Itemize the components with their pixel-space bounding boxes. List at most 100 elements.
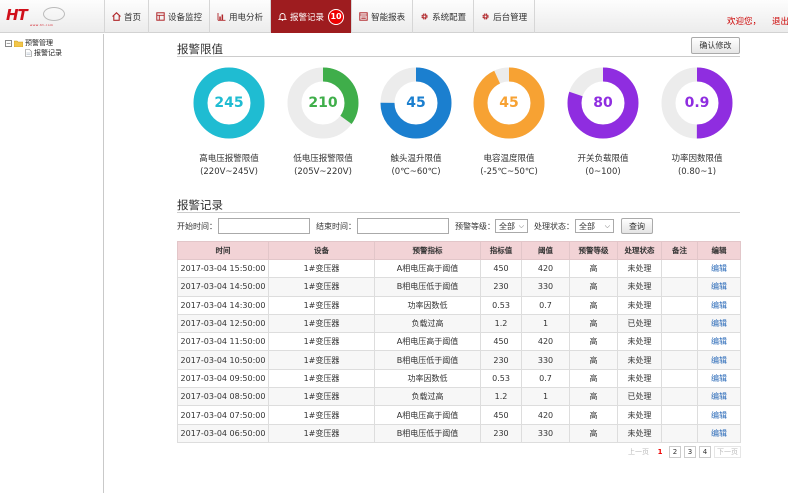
status-label: 处理状态： — [534, 222, 574, 231]
nav-item-2[interactable]: 用电分析 — [209, 0, 270, 33]
cell-remark — [661, 350, 698, 370]
cell-device: 1#变压器 — [268, 295, 375, 315]
document-icon — [25, 49, 32, 57]
cell-remark — [661, 313, 698, 334]
edit-link[interactable]: 编辑 — [697, 313, 741, 334]
tree-node-alarm-management[interactable]: − 预警管理 — [5, 38, 53, 48]
alarm-level-value: 全部 — [499, 221, 515, 231]
cell-level: 高 — [569, 295, 618, 315]
cell-value: 450 — [480, 332, 522, 352]
status-select[interactable]: 全部 ⌵ — [575, 219, 614, 233]
gauge-label-range: (0.80~1) — [677, 167, 717, 177]
cell-level: 高 — [569, 423, 618, 443]
logout-link[interactable]: 退出 — [772, 15, 788, 27]
table-row[interactable]: 2017-03-04 10:50:00 1#变压器 B相电压低于阈值 230 330 高未… — [177, 350, 741, 370]
page-number-3[interactable]: 3 — [684, 446, 696, 458]
gauge-value[interactable]: 0.9 — [661, 67, 733, 139]
nav-item-6[interactable]: 后台管理 — [473, 0, 536, 33]
logo-ring — [43, 7, 65, 21]
column-header-level[interactable]: 预警等级 — [569, 241, 618, 260]
table-row[interactable]: 2017-03-04 08:50:00 1#变压器 负载过高 1.2 1 高已处理 编辑 — [177, 387, 741, 407]
cell-status: 已处理 — [617, 387, 662, 407]
edit-link[interactable]: 编辑 — [697, 295, 741, 315]
gauge-value[interactable]: 80 — [567, 67, 639, 139]
cell-threshold: 420 — [521, 405, 570, 425]
app-logo[interactable]: HT www.ht.com — [6, 6, 82, 28]
edit-link[interactable]: 编辑 — [697, 258, 741, 279]
column-header-remark[interactable]: 备注 — [661, 241, 698, 260]
table-row[interactable]: 2017-03-04 14:50:00 1#变压器 B相电压低于阈值 230 330 高未… — [177, 277, 741, 297]
edit-link[interactable]: 编辑 — [697, 332, 741, 352]
home-icon — [112, 12, 121, 21]
column-header-device[interactable]: 设备 — [268, 241, 375, 260]
cell-status: 未处理 — [617, 368, 662, 389]
gauge-value[interactable]: 45 — [473, 67, 545, 139]
nav-item-5[interactable]: 系统配置 — [412, 0, 473, 33]
gauge-value[interactable]: 210 — [287, 67, 359, 139]
edit-link[interactable]: 编辑 — [697, 387, 741, 407]
nav-item-0[interactable]: 首页 — [104, 0, 148, 33]
cell-device: 1#变压器 — [268, 350, 375, 370]
column-header-indicator[interactable]: 预警指标 — [374, 241, 481, 260]
edit-link[interactable]: 编辑 — [697, 368, 741, 389]
cell-value: 230 — [480, 350, 522, 370]
nav-item-4[interactable]: 智能报表 — [351, 0, 412, 33]
alarm-level-select[interactable]: 全部 ⌵ — [495, 219, 528, 233]
gauge-label: 开关负载限值 (0~100) — [553, 153, 653, 179]
gauge-label-range: (0℃~60℃) — [391, 167, 441, 177]
gauge-value[interactable]: 245 — [193, 67, 265, 139]
table-row[interactable]: 2017-03-04 14:30:00 1#变压器 功率因数低 0.53 0.7 高未处理… — [177, 295, 741, 315]
filter-bar: 开始时间： 结束时间： 预警等级： 全部 ⌵ 处理状态： 全部 ⌵ 查询 — [177, 218, 740, 234]
column-header-edit[interactable]: 编辑 — [697, 241, 741, 260]
folder-icon — [14, 40, 23, 47]
column-header-value[interactable]: 指标值 — [480, 241, 522, 260]
cell-indicator: 功率因数低 — [374, 295, 481, 315]
nav-item-1[interactable]: 设备监控 — [148, 0, 209, 33]
gauge-label-name: 低电压报警限值 — [293, 154, 353, 164]
cell-device: 1#变压器 — [268, 313, 375, 334]
table-row[interactable]: 2017-03-04 07:50:00 1#变压器 A相电压高于阈值 450 420 高未… — [177, 405, 741, 425]
nav-item-label: 报警记录 — [290, 12, 325, 23]
edit-link[interactable]: 编辑 — [697, 405, 741, 425]
column-header-threshold[interactable]: 阈值 — [521, 241, 570, 260]
cell-threshold: 1 — [521, 313, 570, 334]
table-row[interactable]: 2017-03-04 06:50:00 1#变压器 B相电压低于阈值 230 330 高未… — [177, 423, 741, 443]
start-time-input[interactable] — [218, 218, 310, 234]
query-button[interactable]: 查询 — [621, 218, 653, 234]
grid-icon — [156, 12, 165, 21]
cell-threshold: 420 — [521, 332, 570, 352]
table-row[interactable]: 2017-03-04 15:50:00 1#变压器 A相电压高于阈值 450 420 高未… — [177, 258, 741, 279]
edit-link[interactable]: 编辑 — [697, 350, 741, 370]
page-number-1[interactable]: 1 — [654, 446, 666, 458]
gauge-value[interactable]: 45 — [380, 67, 452, 139]
cell-status: 未处理 — [617, 350, 662, 370]
cell-level: 高 — [569, 350, 618, 370]
tree-collapse-icon[interactable]: − — [5, 39, 12, 47]
cell-level: 高 — [569, 332, 618, 352]
cell-remark — [661, 277, 698, 297]
chevron-down-icon: ⌵ — [518, 222, 524, 230]
threshold-gauge: 80 — [567, 67, 639, 139]
cell-level: 高 — [569, 405, 618, 425]
column-header-status[interactable]: 处理状态 — [617, 241, 662, 260]
gauge-label-name: 触头温升限值 — [390, 154, 442, 164]
edit-link[interactable]: 编辑 — [697, 423, 741, 443]
table-row[interactable]: 2017-03-04 11:50:00 1#变压器 A相电压高于阈值 450 420 高未… — [177, 332, 741, 352]
table-row[interactable]: 2017-03-04 09:50:00 1#变压器 功率因数低 0.53 0.7 高未处理… — [177, 368, 741, 389]
column-header-time[interactable]: 时间 — [177, 241, 269, 260]
next-page-button[interactable]: 下一页 — [714, 446, 741, 458]
confirm-modify-button[interactable]: 确认修改 — [691, 37, 740, 54]
cell-time: 2017-03-04 08:50:00 — [177, 387, 269, 407]
prev-page-button[interactable]: 上一页 — [626, 446, 651, 458]
table-row[interactable]: 2017-03-04 12:50:00 1#变压器 负载过高 1.2 1 高已处理 编辑 — [177, 313, 741, 334]
gauge-label: 功率因数限值 (0.80~1) — [647, 153, 747, 179]
nav-item-3[interactable]: 报警记录 10 — [270, 0, 352, 33]
page-number-4[interactable]: 4 — [699, 446, 711, 458]
tree-node-alarm-records[interactable]: 报警记录 — [25, 48, 62, 58]
end-time-input[interactable] — [357, 218, 449, 234]
edit-link[interactable]: 编辑 — [697, 277, 741, 297]
cell-level: 高 — [569, 313, 618, 334]
cell-value: 450 — [480, 258, 522, 279]
cell-time: 2017-03-04 07:50:00 — [177, 405, 269, 425]
page-number-2[interactable]: 2 — [669, 446, 681, 458]
